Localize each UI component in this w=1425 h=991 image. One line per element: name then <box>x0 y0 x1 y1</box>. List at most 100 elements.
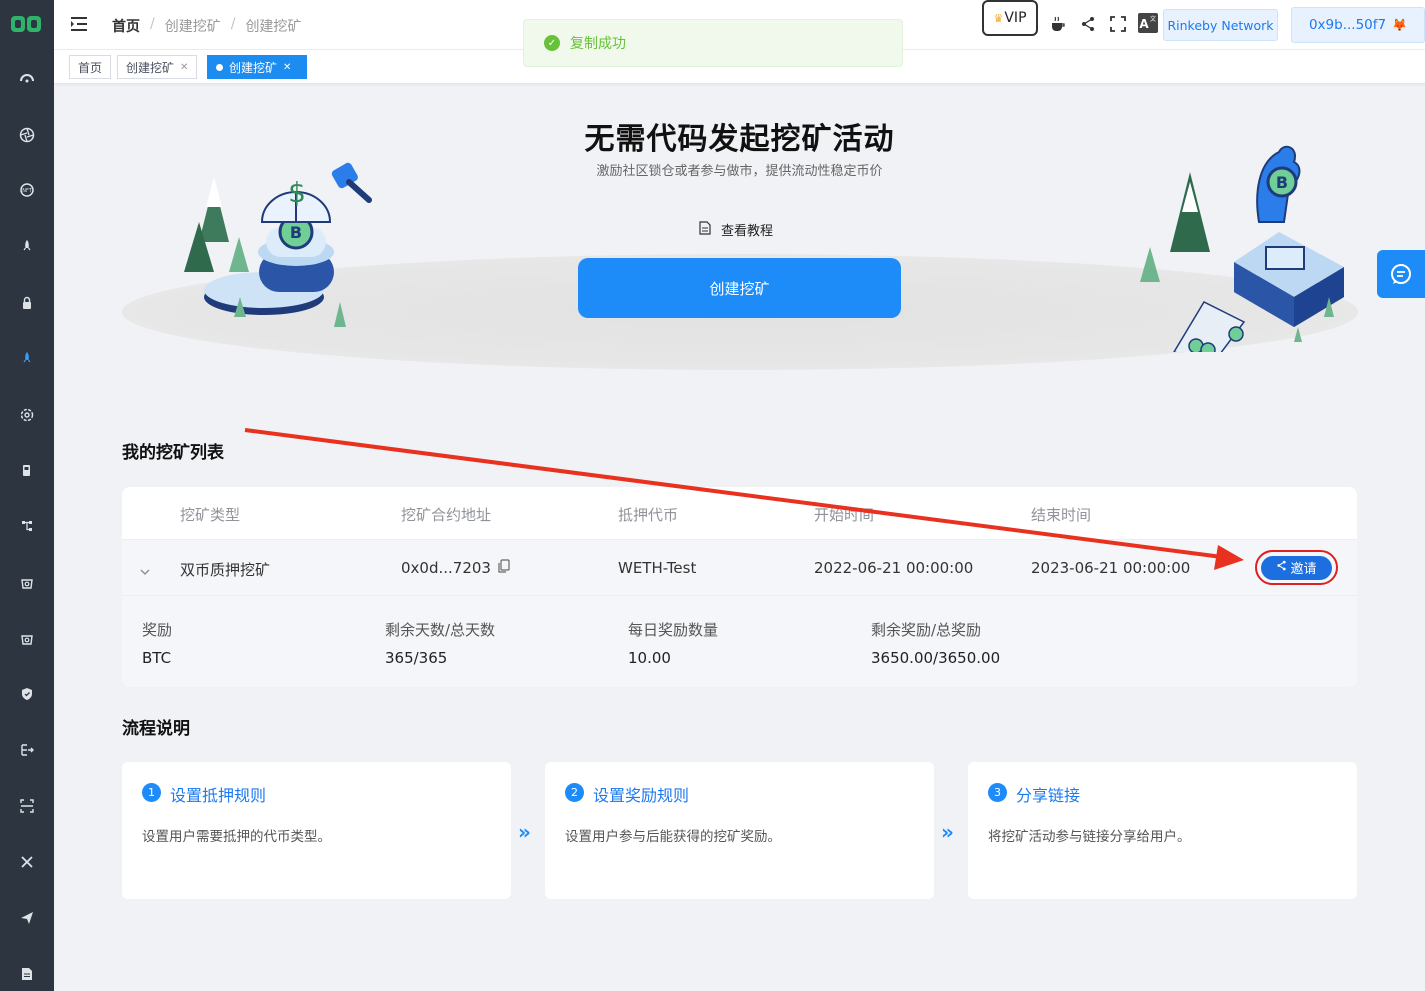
create-mining-button[interactable]: 创建挖矿 <box>578 258 901 318</box>
step-title: 分享链接 <box>1016 786 1081 805</box>
start-time: 2022-06-21 00:00:00 <box>814 559 974 577</box>
logo-icon[interactable] <box>8 8 46 42</box>
breadcrumb-item: 创建挖矿 <box>245 19 302 35</box>
tag-home[interactable]: 首页 <box>69 55 112 79</box>
detail-label: 剩余天数/总天数 <box>385 621 496 639</box>
detail-value: BTC <box>142 649 172 667</box>
contract-address-cell: 0x0d...7203 <box>401 559 511 577</box>
mining-illustration-right: B <box>1134 122 1364 363</box>
mining-type: 双币质押挖矿 <box>180 561 271 579</box>
crown-icon: ♛ <box>993 11 1004 25</box>
mining-list-title: 我的挖矿列表 <box>122 443 224 463</box>
invite-button[interactable]: 邀请 <box>1261 555 1332 580</box>
document-icon[interactable] <box>17 964 37 984</box>
step-card: 1 设置抵押规则 设置用户需要抵押的代币类型。 <box>122 762 511 899</box>
bag2-icon[interactable] <box>17 628 37 648</box>
close-icon[interactable]: ✕ <box>180 62 188 73</box>
step-card: 3 分享链接 将挖矿活动参与链接分享给用户。 <box>968 762 1357 899</box>
rocket-icon[interactable] <box>17 236 37 256</box>
column-header: 挖矿类型 <box>180 506 241 524</box>
detail-label: 剩余奖励/总奖励 <box>871 621 982 639</box>
vip-label: VIP <box>1004 10 1027 26</box>
step-description: 设置用户需要抵押的代币类型。 <box>142 829 331 845</box>
close-icon[interactable]: ✕ <box>283 62 291 73</box>
contract-address: 0x0d...7203 <box>401 559 491 577</box>
fuel-icon[interactable] <box>17 460 37 480</box>
network-button[interactable]: Rinkeby Network <box>1163 9 1278 41</box>
badge-icon[interactable]: NFT <box>17 180 37 200</box>
breadcrumb-separator: / <box>150 16 155 32</box>
tools-icon[interactable] <box>17 852 37 872</box>
column-header: 挖矿合约地址 <box>401 506 492 524</box>
svg-text:$: $ <box>288 176 306 209</box>
double-chevron-right-icon: » <box>941 820 954 844</box>
export-icon[interactable] <box>17 740 37 760</box>
view-tutorial-link[interactable]: 查看教程 <box>699 220 773 239</box>
vip-button[interactable]: ♛ VIP <box>982 0 1038 36</box>
step-title: 设置奖励规则 <box>593 786 690 805</box>
hero-banner: B $ 无需代码发起挖矿活动 激励社区锁仓或者参与做市，提供流动性稳定币价 查看… <box>54 84 1425 414</box>
breadcrumb-item[interactable]: 创建挖矿 <box>165 16 221 36</box>
table-row[interactable]: 双币质押挖矿 0x0d...7203 WETH-Test 2022-06-21 … <box>122 540 1357 596</box>
chat-icon <box>1391 264 1411 284</box>
breadcrumb-home[interactable]: 首页 <box>112 16 140 36</box>
svg-text:B: B <box>290 223 302 242</box>
column-header: 结束时间 <box>1031 506 1092 524</box>
step-description: 设置用户参与后能获得的挖矿奖励。 <box>565 829 781 845</box>
column-header: 开始时间 <box>814 506 875 524</box>
row-details: 奖励 BTC 剩余天数/总天数 365/365 每日奖励数量 10.00 剩余奖… <box>122 596 1357 687</box>
active-dot-icon <box>216 63 223 71</box>
detail-label: 奖励 <box>142 621 173 639</box>
metamask-icon: 🦊 <box>1392 18 1408 32</box>
tree-icon[interactable] <box>17 516 37 536</box>
settings-icon[interactable] <box>17 405 37 425</box>
mining-icon[interactable] <box>17 348 37 368</box>
breadcrumb: 首页 / 创建挖矿 / 创建挖矿 <box>112 16 301 36</box>
bag-icon[interactable] <box>17 572 37 592</box>
mining-table: 挖矿类型 挖矿合约地址 抵押代币 开始时间 结束时间 双币质押挖矿 0x0d..… <box>122 487 1357 687</box>
process-title: 流程说明 <box>122 719 190 739</box>
step-number: 1 <box>142 783 161 802</box>
toast-message: 复制成功 <box>570 36 626 52</box>
lock-icon[interactable] <box>17 293 37 313</box>
svg-text:NFT: NFT <box>22 188 33 194</box>
chat-button[interactable] <box>1377 250 1425 298</box>
step-card: 2 设置奖励规则 设置用户参与后能获得的挖矿奖励。 <box>545 762 934 899</box>
document-icon <box>699 220 711 239</box>
step-number: 2 <box>565 783 584 802</box>
dashboard-icon[interactable] <box>17 68 37 88</box>
detail-value: 10.00 <box>628 649 671 667</box>
breadcrumb-separator: / <box>230 16 236 32</box>
copy-icon[interactable] <box>497 559 511 577</box>
tag-label: 首页 <box>78 60 103 75</box>
wallet-button[interactable]: 0x9b...50f7 🦊 <box>1291 7 1425 43</box>
detail-label: 每日奖励数量 <box>628 621 719 639</box>
table-header: 挖矿类型 挖矿合约地址 抵押代币 开始时间 结束时间 <box>122 487 1357 540</box>
detail-value: 365/365 <box>385 649 448 667</box>
aperture-icon[interactable] <box>17 125 37 145</box>
chevron-down-icon[interactable] <box>140 562 150 575</box>
double-chevron-right-icon: » <box>518 820 531 844</box>
invite-highlight: 邀请 <box>1255 550 1338 585</box>
step-title: 设置抵押规则 <box>170 786 267 805</box>
invite-label: 邀请 <box>1290 562 1317 577</box>
share-icon <box>1276 560 1287 575</box>
tag-label: 创建挖矿 <box>126 60 175 75</box>
step-description: 将挖矿活动参与链接分享给用户。 <box>988 829 1191 845</box>
shield-icon[interactable] <box>17 684 37 704</box>
tag-create-mining-active[interactable]: 创建挖矿 ✕ <box>207 55 307 79</box>
sidebar: NFT <box>0 0 54 991</box>
coffee-icon[interactable] <box>1048 14 1068 34</box>
scan-icon[interactable] <box>17 796 37 816</box>
tag-create-mining[interactable]: 创建挖矿 ✕ <box>117 55 198 79</box>
check-circle-icon: ✓ <box>544 35 560 51</box>
send-icon[interactable] <box>17 908 37 928</box>
svg-text:A: A <box>1139 17 1149 31</box>
svg-text:文: 文 <box>1150 15 1156 23</box>
share-icon[interactable] <box>1078 14 1098 34</box>
translate-icon[interactable]: A文 <box>1138 13 1158 33</box>
fullscreen-icon[interactable] <box>1108 14 1128 34</box>
step-number: 3 <box>988 783 1007 802</box>
success-toast: ✓ 复制成功 <box>523 19 903 67</box>
menu-toggle-icon[interactable] <box>70 16 88 32</box>
